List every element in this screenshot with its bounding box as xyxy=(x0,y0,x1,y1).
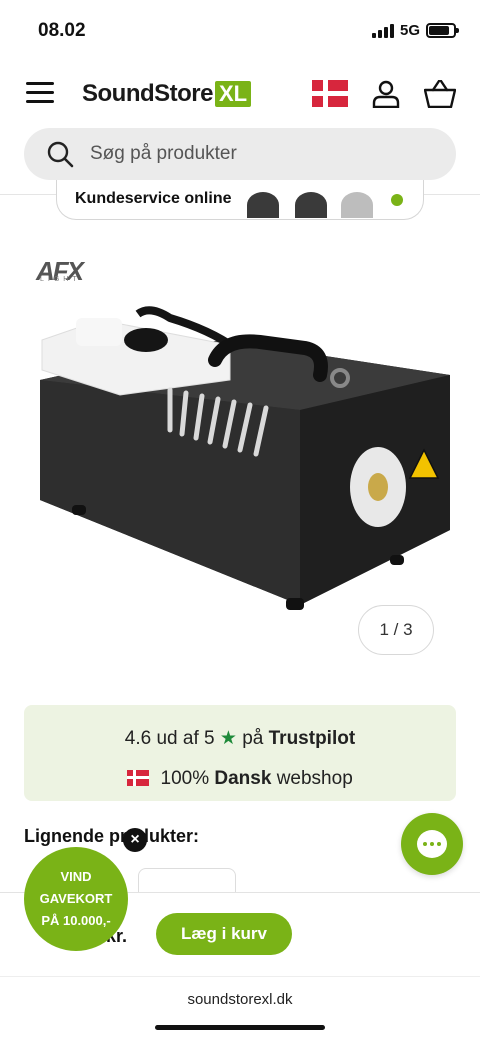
customer-service-banner[interactable]: Kundeservice online xyxy=(56,180,424,220)
similar-products-title: Lignende produkter: xyxy=(24,826,199,846)
gift-line-3: PÅ 10.000,- xyxy=(41,913,111,928)
signal-icon xyxy=(371,23,394,38)
trustpilot-label: Trustpilot xyxy=(268,728,356,749)
danish-shop-line: 100% Dansk webshop xyxy=(24,768,456,790)
rating-text: 4.6 ud af 5 xyxy=(124,728,215,749)
search-bar[interactable] xyxy=(24,128,456,180)
browser-url-bar: soundstorexl.dk xyxy=(0,976,480,1039)
online-status-dot xyxy=(391,194,403,206)
logo-text: SoundStore xyxy=(82,80,214,107)
chat-icon xyxy=(417,830,447,858)
site-logo[interactable]: SoundStore XL xyxy=(82,80,252,108)
add-to-cart-button[interactable]: Læg i kurv xyxy=(156,913,292,955)
trustpilot-rating[interactable]: 4.6 ud af 5 ★ på Trustpilot xyxy=(24,727,456,750)
customer-service-label: Kundeservice online xyxy=(75,190,232,207)
avatar xyxy=(247,192,279,218)
close-icon[interactable]: × xyxy=(123,828,147,852)
search-icon xyxy=(47,141,74,168)
gift-line-2: GAVEKORT xyxy=(39,891,113,906)
basket-icon[interactable] xyxy=(424,80,456,108)
gift-line-1: VIND xyxy=(60,869,92,884)
logo-badge: XL xyxy=(215,81,252,107)
site-header: SoundStore XL xyxy=(0,60,480,128)
chat-button[interactable] xyxy=(401,813,463,875)
user-icon[interactable] xyxy=(372,80,400,108)
network-label: 5G xyxy=(399,22,420,39)
product-image[interactable] xyxy=(20,300,460,620)
percent-text: 100% xyxy=(160,768,210,789)
webshop-label: webshop xyxy=(276,768,353,789)
search-input[interactable] xyxy=(90,143,410,165)
menu-icon[interactable] xyxy=(26,82,54,106)
trust-box: 4.6 ud af 5 ★ på Trustpilot 100% Dansk w… xyxy=(24,705,456,801)
danish-flag-icon[interactable] xyxy=(312,80,348,107)
dansk-label: Dansk xyxy=(214,768,272,789)
gallery-pager[interactable]: 1 / 3 xyxy=(358,605,434,655)
home-indicator[interactable] xyxy=(155,1025,325,1030)
star-icon: ★ xyxy=(219,728,237,749)
status-indicators: 5G xyxy=(371,22,459,39)
battery-icon xyxy=(426,23,459,38)
status-time: 08.02 xyxy=(38,20,86,41)
danish-flag-icon xyxy=(127,770,150,786)
avatar xyxy=(341,192,373,218)
url-text[interactable]: soundstorexl.dk xyxy=(0,991,480,1008)
rating-on: på xyxy=(242,728,264,749)
brand-sub: LIGHT xyxy=(40,276,81,283)
status-bar: 08.02 5G xyxy=(0,0,480,60)
gift-card-badge[interactable]: VIND GAVEKORT PÅ 10.000,- xyxy=(24,847,128,951)
avatar xyxy=(295,192,327,218)
